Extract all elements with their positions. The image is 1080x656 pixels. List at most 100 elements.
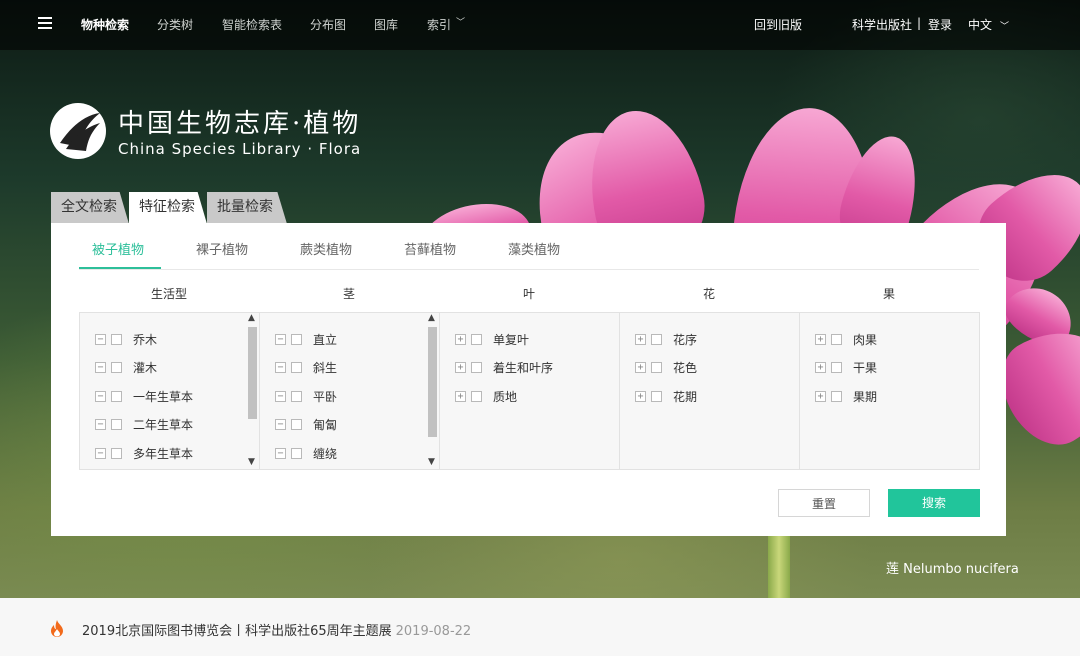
item-label: 二年生草本 [133,417,194,432]
checkbox[interactable] [291,390,302,402]
list-item[interactable]: − 灌木 [95,359,157,375]
tab-feature-search[interactable]: 特征检索 [129,192,207,224]
checkbox[interactable] [471,390,482,402]
list-item[interactable]: + 干果 [815,359,877,375]
checkbox[interactable] [831,361,842,373]
checkbox[interactable] [111,447,122,459]
list-item[interactable]: + 肉果 [815,331,877,347]
nav-gallery[interactable]: 图库 [374,16,398,33]
scroll-down-icon[interactable]: ▼ [428,457,435,467]
tab-batch-search[interactable]: 批量检索 [207,192,287,224]
scroll-up-icon[interactable]: ▲ [248,313,255,323]
tab-algae[interactable]: 藻类植物 [508,239,560,258]
top-nav: 物种检索 分类树 智能检索表 分布图 图库 索引 ﹀ 回到旧版 科学出版社 | 登… [0,0,1080,50]
checkbox[interactable] [651,333,662,345]
list-item[interactable]: − 直立 [275,331,337,347]
list-item[interactable]: − 一年生草本 [95,388,193,404]
nav-index-label: 索引 [427,18,452,32]
list-item[interactable]: − 斜生 [275,359,337,375]
nav-species-search[interactable]: 物种检索 [81,16,129,33]
list-item[interactable]: + 花期 [635,388,697,404]
collapse-icon[interactable]: − [275,333,286,345]
logo-title-en: China Species Library · Flora [118,140,362,158]
item-label: 斜生 [313,360,338,375]
list-item[interactable]: + 单复叶 [455,331,529,347]
checkbox[interactable] [111,333,122,345]
scroll-thumb[interactable] [248,327,257,419]
collapse-icon[interactable]: − [275,447,286,459]
collapse-icon[interactable]: − [275,390,286,402]
collapse-icon[interactable]: − [95,333,106,345]
checkbox[interactable] [291,418,302,430]
list-item[interactable]: + 花色 [635,359,697,375]
checkbox[interactable] [111,361,122,373]
list-item[interactable]: + 着生和叶序 [455,359,553,375]
column-header-stem: 茎 [342,287,355,301]
collapse-icon[interactable]: − [95,390,106,402]
login-link[interactable]: 登录 [928,16,952,33]
nav-taxonomy-tree[interactable]: 分类树 [157,16,193,33]
tab-fulltext-search[interactable]: 全文检索 [51,192,129,224]
checkbox[interactable] [651,390,662,402]
checkbox[interactable] [471,361,482,373]
scroll-up-icon[interactable]: ▲ [428,313,435,323]
list-item[interactable]: − 乔木 [95,331,157,347]
checkbox[interactable] [111,418,122,430]
expand-icon[interactable]: + [635,333,646,345]
column-header-fruit: 果 [882,287,895,301]
checkbox[interactable] [291,333,302,345]
language-select[interactable]: 中文 ﹀ [968,16,1009,33]
tab-gymnosperms[interactable]: 裸子植物 [196,239,248,258]
item-label: 花序 [673,332,698,347]
expand-icon[interactable]: + [455,333,466,345]
checkbox[interactable] [291,361,302,373]
collapse-icon[interactable]: − [95,361,106,373]
expand-icon[interactable]: + [635,390,646,402]
tab-divider [79,269,979,270]
nav-distribution-map[interactable]: 分布图 [310,16,346,33]
nav-smart-key[interactable]: 智能检索表 [222,16,282,33]
menu-icon[interactable] [38,17,52,29]
tab-ferns[interactable]: 蕨类植物 [300,239,352,258]
tab-angiosperms[interactable]: 被子植物 [92,239,144,258]
nav-index[interactable]: 索引 ﹀ [427,16,465,33]
old-version-link[interactable]: 回到旧版 [754,16,802,33]
reset-button[interactable]: 重置 [778,489,870,517]
expand-icon[interactable]: + [455,390,466,402]
expand-icon[interactable]: + [815,333,826,345]
scrollbar[interactable]: ▲ ▼ [425,313,439,469]
list-item[interactable]: − 二年生草本 [95,416,193,432]
expand-icon[interactable]: + [815,390,826,402]
news-date: 2019-08-22 [395,624,472,639]
checkbox[interactable] [291,447,302,459]
scroll-down-icon[interactable]: ▼ [248,457,255,467]
checkbox[interactable] [471,333,482,345]
publisher-link[interactable]: 科学出版社 [852,16,912,33]
checkbox[interactable] [651,361,662,373]
item-label: 果期 [853,389,878,404]
tab-bryophytes[interactable]: 苔藓植物 [404,239,456,258]
scrollbar[interactable]: ▲ ▼ [245,313,259,469]
collapse-icon[interactable]: − [275,361,286,373]
list-item[interactable]: + 花序 [635,331,697,347]
list-item[interactable]: − 平卧 [275,388,337,404]
checkbox[interactable] [831,333,842,345]
collapse-icon[interactable]: − [95,447,106,459]
list-item[interactable]: − 缠绕 [275,445,337,461]
collapse-icon[interactable]: − [95,418,106,430]
scroll-thumb[interactable] [428,327,437,437]
leaf-column: + 单复叶 + 着生和叶序 + 质地 [440,313,620,469]
checkbox[interactable] [111,390,122,402]
search-button[interactable]: 搜索 [888,489,980,517]
list-item[interactable]: + 质地 [455,388,517,404]
expand-icon[interactable]: + [815,361,826,373]
expand-icon[interactable]: + [455,361,466,373]
expand-icon[interactable]: + [635,361,646,373]
news-item[interactable]: 2019北京国际图书博览会丨科学出版社65周年主题展 2019-08-22 [82,620,471,639]
list-item[interactable]: − 多年生草本 [95,445,193,461]
list-item[interactable]: − 匍匐 [275,416,337,432]
checkbox[interactable] [831,390,842,402]
list-item[interactable]: + 果期 [815,388,877,404]
collapse-icon[interactable]: − [275,418,286,430]
item-label: 灌木 [133,360,158,375]
